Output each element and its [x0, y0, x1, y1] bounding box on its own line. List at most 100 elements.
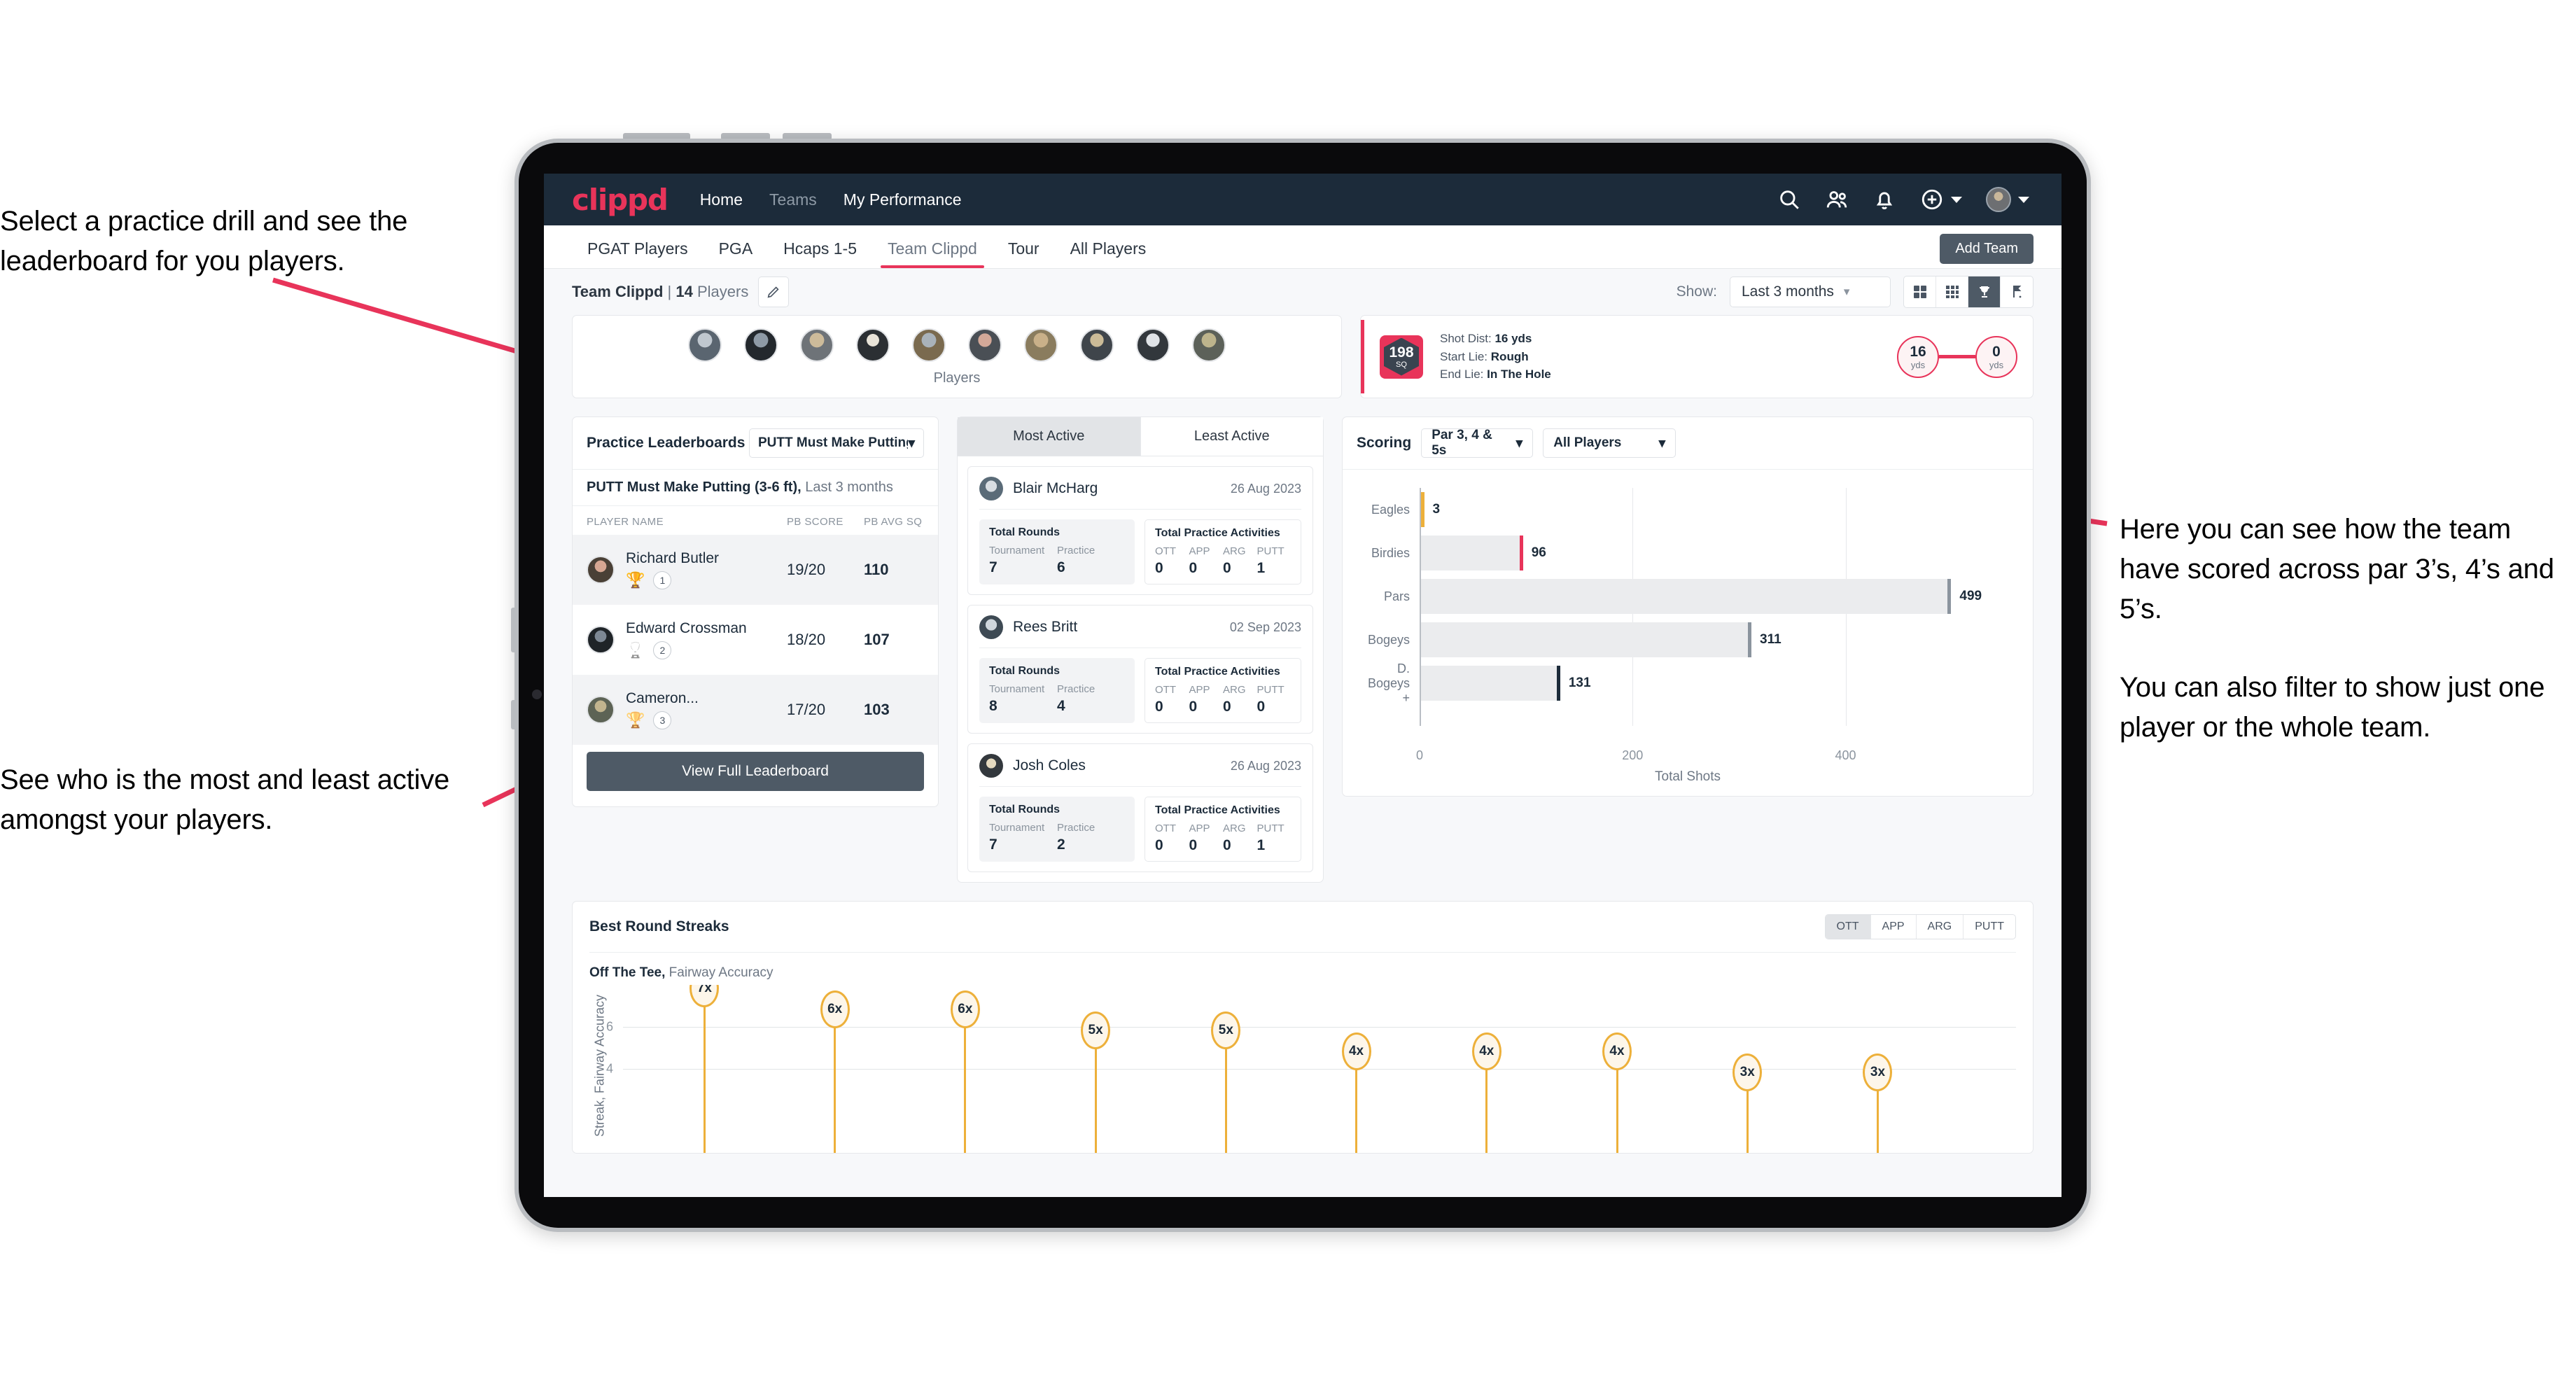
- leaderboard-title: Practice Leaderboards: [587, 435, 746, 451]
- avatar[interactable]: [856, 328, 890, 362]
- leaderboard-player-cell: Richard Butler 🏆 1: [626, 550, 787, 589]
- start-lie-label: Start Lie:: [1440, 349, 1488, 363]
- drill-select[interactable]: PUTT Must Make Putting ... ▾: [749, 428, 924, 458]
- people-icon[interactable]: [1825, 188, 1849, 211]
- pb-score-value: 18/20: [787, 631, 826, 648]
- avatar[interactable]: [912, 328, 946, 362]
- nav-link-teams[interactable]: Teams: [769, 190, 817, 209]
- date-range-value: Last 3 months: [1742, 284, 1834, 300]
- bar-category-label: Birdies: [1371, 545, 1410, 560]
- nav-link-my-performance[interactable]: My Performance: [844, 190, 962, 209]
- streak-marker[interactable]: 6x: [950, 990, 980, 1028]
- stat-value: 0: [1256, 699, 1266, 715]
- putt-stat: PUTT 1: [1257, 545, 1292, 577]
- avatar[interactable]: [744, 328, 778, 362]
- table-row[interactable]: Cameron... 🏆 3 17/20 103: [573, 675, 938, 745]
- profile-menu[interactable]: [1986, 187, 2029, 212]
- annotation-scoring-line-1: Here you can see how the team have score…: [2120, 514, 2554, 624]
- edit-team-button[interactable]: [758, 276, 790, 307]
- tournament-stat: Tournament 7: [989, 545, 1057, 576]
- add-menu[interactable]: [1920, 188, 1962, 211]
- tab-tour[interactable]: Tour: [993, 239, 1055, 268]
- streaks-tab-app[interactable]: APP: [1871, 915, 1917, 939]
- avatar[interactable]: [1192, 328, 1226, 362]
- end-lie-row: End Lie: In The Hole: [1440, 365, 1551, 384]
- tab-pgat-players[interactable]: PGAT Players: [572, 239, 704, 268]
- table-row[interactable]: Richard Butler 🏆 1 19/20 110: [573, 535, 938, 605]
- streaks-tab-ott[interactable]: OTT: [1825, 915, 1871, 939]
- bell-icon[interactable]: [1872, 188, 1896, 211]
- list-item[interactable]: Josh Coles 26 Aug 2023 Total Rounds Tour…: [967, 743, 1313, 872]
- add-team-button[interactable]: Add Team: [1940, 234, 2033, 264]
- section-tabs: PGAT Players PGA Hcaps 1-5 Team Clippd T…: [544, 225, 2062, 269]
- streak-marker[interactable]: 4x: [1341, 1032, 1371, 1070]
- streak-stem: [1876, 1090, 1879, 1153]
- practice-activities-block: Total Practice Activities OTT 0 APP 0 AR…: [1144, 519, 1301, 584]
- tablet-bezel: clippd Home Teams My Performance PGAT Pl…: [519, 143, 2087, 1228]
- player-filter-select[interactable]: All Players ▾: [1543, 428, 1676, 458]
- trophy-view-button[interactable]: [1968, 276, 2001, 307]
- streak-marker[interactable]: 4x: [1471, 1032, 1502, 1070]
- avatar[interactable]: [1024, 328, 1058, 362]
- side-button-upper[interactable]: [511, 608, 517, 652]
- stat-value: 7: [989, 559, 997, 575]
- grid-9-view-button[interactable]: [1936, 276, 1968, 307]
- list-item[interactable]: Blair McHarg 26 Aug 2023 Total Rounds To…: [967, 466, 1313, 595]
- par-filter-value: Par 3, 4 & 5s: [1432, 428, 1492, 458]
- tab-all-players[interactable]: All Players: [1055, 239, 1162, 268]
- streak-stem: [834, 1027, 836, 1153]
- tab-most-active[interactable]: Most Active: [958, 417, 1141, 456]
- side-button-lower[interactable]: [511, 700, 517, 729]
- plus-circle-icon[interactable]: [1920, 188, 1944, 211]
- total-rounds-block: Total Rounds Tournament 7 Practice: [979, 519, 1135, 584]
- streak-stem: [964, 1027, 967, 1153]
- streak-marker[interactable]: 6x: [820, 990, 850, 1028]
- players-strip-card: Players: [572, 315, 1342, 398]
- streak-marker[interactable]: 3x: [1732, 1054, 1763, 1091]
- team-toolbar: Team Clippd | 14 Players Show: Last 3 mo…: [572, 269, 2033, 315]
- streak-stem: [703, 1006, 706, 1153]
- grid-4-view-button[interactable]: [1904, 276, 1936, 307]
- avatar: [587, 626, 615, 654]
- scoring-title: Scoring: [1357, 435, 1412, 451]
- streak-marker[interactable]: 4x: [1602, 1032, 1632, 1070]
- stat-label: OTT: [1155, 822, 1176, 834]
- avatar[interactable]: [800, 328, 834, 362]
- nav-link-home[interactable]: Home: [700, 190, 743, 209]
- bar-fill: [1421, 579, 1952, 614]
- stat-value: 7: [989, 836, 997, 853]
- streak-marker[interactable]: 3x: [1863, 1054, 1893, 1091]
- activity-card: Most Active Least Active Blair McHarg 26…: [957, 416, 1324, 883]
- search-icon[interactable]: [1777, 188, 1801, 211]
- tab-least-active[interactable]: Least Active: [1140, 417, 1323, 456]
- clippd-logo[interactable]: clippd: [572, 183, 668, 217]
- best-round-streaks-card: Best Round Streaks OTT APP ARG PUTT Off …: [572, 901, 2033, 1154]
- avatar[interactable]: [688, 328, 722, 362]
- date-range-select[interactable]: Last 3 months ▾: [1730, 276, 1891, 307]
- tab-pga[interactable]: PGA: [704, 239, 769, 268]
- streaks-tab-arg[interactable]: ARG: [1917, 915, 1964, 939]
- streak-stem: [1355, 1069, 1358, 1153]
- flag-view-button[interactable]: [2001, 276, 2033, 307]
- view-full-leaderboard-button[interactable]: View Full Leaderboard: [587, 752, 924, 791]
- tab-team-clippd[interactable]: Team Clippd: [872, 239, 993, 268]
- pb-score-value: 19/20: [787, 561, 826, 578]
- table-row[interactable]: Edward Crossman 🏆 2 18/20 107: [573, 605, 938, 675]
- stat-label: Tournament: [989, 545, 1045, 556]
- tab-hcaps-1-5[interactable]: Hcaps 1-5: [768, 239, 872, 268]
- avatar[interactable]: [968, 328, 1002, 362]
- list-item[interactable]: Rees Britt 02 Sep 2023 Total Rounds Tour…: [967, 605, 1313, 734]
- player-name: Josh Coles: [1013, 757, 1086, 774]
- avatar[interactable]: [1080, 328, 1114, 362]
- avatar[interactable]: [1986, 187, 2011, 212]
- streak-marker[interactable]: 5x: [1211, 1011, 1241, 1049]
- streak-marker[interactable]: 7x: [690, 985, 720, 1007]
- app-screen: clippd Home Teams My Performance PGAT Pl…: [544, 174, 2062, 1197]
- par-filter-select[interactable]: Par 3, 4 & 5s ▾: [1421, 428, 1534, 458]
- start-lie-row: Start Lie: Rough: [1440, 348, 1551, 366]
- avatar[interactable]: [1136, 328, 1170, 362]
- shot-quality-unit: SQ: [1396, 360, 1407, 369]
- streaks-tab-putt[interactable]: PUTT: [1963, 915, 2015, 939]
- streak-marker[interactable]: 5x: [1081, 1011, 1111, 1049]
- tournament-stat: Tournament 8: [989, 683, 1057, 715]
